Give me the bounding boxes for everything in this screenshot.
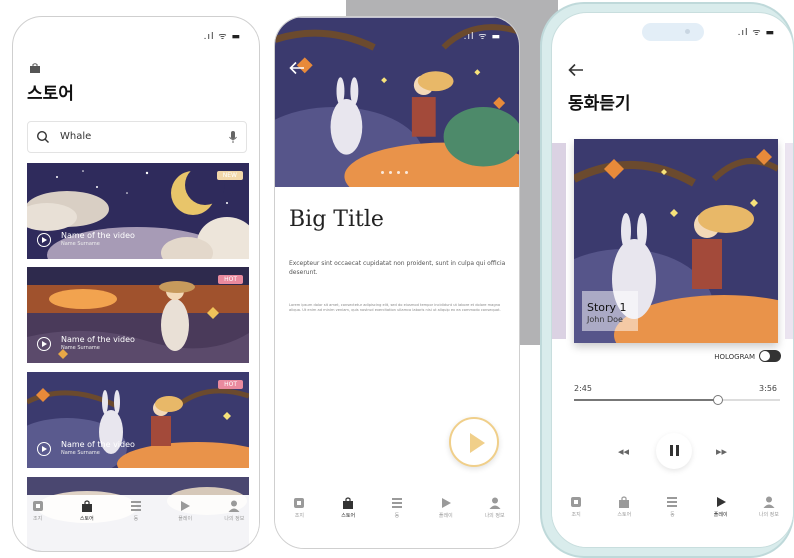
article-lead: Excepteur sint occaecat cupidatat non pr…	[289, 260, 506, 276]
back-arrow-icon[interactable]	[568, 63, 584, 77]
hologram-toggle[interactable]	[759, 350, 781, 362]
badge: HOT	[218, 275, 243, 284]
play-icon[interactable]	[37, 337, 51, 351]
store-icon	[619, 496, 630, 508]
store-icon	[81, 500, 92, 512]
battery-icon: ▬	[765, 28, 775, 38]
dynamic-island	[642, 23, 704, 41]
prev-cover[interactable]	[552, 143, 566, 339]
hero-illustration	[275, 17, 519, 187]
play-icon	[716, 497, 726, 507]
play-icon	[441, 498, 451, 508]
status-bar: .ıl ᯤ ▬	[204, 29, 241, 42]
battery-icon: ▬	[491, 32, 501, 42]
progress-fill	[574, 399, 719, 401]
profile-icon	[763, 496, 775, 508]
tab-play[interactable]: 플레이	[166, 499, 204, 522]
search-value[interactable]: Whale	[60, 131, 91, 142]
story-author: John Doe	[587, 315, 623, 324]
battery-icon: ▬	[231, 32, 241, 42]
wifi-icon: ᯤ	[218, 32, 228, 42]
page-title: 동화듣기	[568, 94, 631, 114]
profile-icon	[489, 497, 501, 509]
profile-icon	[228, 500, 240, 512]
home-icon	[32, 501, 43, 511]
play-icon[interactable]	[37, 442, 51, 456]
tab-play[interactable]: 플레이	[427, 496, 465, 519]
play-icon[interactable]	[37, 233, 51, 247]
hologram-label: HOLOGRAM	[714, 353, 755, 361]
video-author: Name Surname	[61, 241, 100, 247]
status-bar: .ıl ᯤ ▬	[738, 25, 775, 38]
video-card[interactable]: HOT Name of the video Name Surname	[27, 267, 249, 363]
next-cover[interactable]	[785, 143, 793, 339]
tab-store[interactable]: 스토어	[605, 495, 643, 518]
article-title: Big Title	[289, 207, 384, 232]
list-icon	[667, 497, 678, 507]
search-input[interactable]: Whale	[27, 121, 247, 153]
player-screen: .ıl ᯤ ▬ 동화듣기 Story 1 John Doe HOLOGRAM 2…	[551, 12, 794, 548]
wifi-icon: ᯤ	[478, 32, 488, 42]
microphone-icon[interactable]	[228, 130, 238, 144]
play-icon	[181, 501, 191, 511]
tab-list[interactable]: 동	[378, 496, 416, 519]
home-icon	[571, 497, 582, 507]
list-icon	[130, 501, 141, 511]
tab-list[interactable]: 동	[117, 499, 155, 522]
tab-store[interactable]: 스토어	[329, 496, 367, 519]
home-icon	[294, 498, 305, 508]
video-title: Name of the video	[61, 335, 135, 344]
tab-play[interactable]: 플레이	[702, 495, 740, 518]
wifi-icon: ᯤ	[752, 28, 762, 38]
tab-store[interactable]: 스토어	[68, 499, 106, 522]
fast-forward-icon[interactable]: ▸▸	[716, 445, 727, 458]
search-icon	[36, 130, 49, 143]
signal-icon: .ıl	[203, 32, 215, 42]
tab-home[interactable]: 조지	[19, 499, 57, 522]
video-card[interactable]: HOT Name of the video Name Surname	[27, 372, 249, 468]
video-author: Name Surname	[61, 345, 100, 351]
tab-profile[interactable]: 나의 정보	[476, 496, 514, 519]
total-time: 3:56	[759, 384, 777, 393]
store-screen: .ıl ᯤ ▬ 스토어 Whale NEW Name of the video …	[12, 16, 260, 552]
video-title: Name of the video	[61, 440, 135, 449]
tab-profile[interactable]: 나의 정보	[750, 495, 788, 518]
carousel-dots[interactable]	[381, 171, 408, 174]
signal-icon: .ıl	[463, 32, 475, 42]
store-bag-icon	[30, 63, 40, 73]
tab-home[interactable]: 조지	[280, 496, 318, 519]
play-button[interactable]	[449, 417, 499, 467]
badge: HOT	[218, 380, 243, 389]
progress-knob[interactable]	[713, 395, 724, 405]
tab-list[interactable]: 동	[653, 495, 691, 518]
tab-bar: 조지 스토어 동 플레이 나의 정보	[552, 491, 793, 547]
rewind-icon[interactable]: ◂◂	[618, 445, 629, 458]
tab-home[interactable]: 조지	[557, 495, 595, 518]
video-title: Name of the video	[61, 231, 135, 240]
story-title: Story 1	[587, 301, 627, 314]
article-body: Lorem ipsum dolor sit amet, consectetur …	[289, 303, 501, 312]
badge: NEW	[216, 171, 243, 180]
progress-bar[interactable]	[574, 395, 780, 405]
store-icon	[343, 497, 354, 509]
back-arrow-icon[interactable]	[289, 61, 305, 75]
current-time: 2:45	[574, 384, 592, 393]
pause-button[interactable]	[656, 433, 692, 469]
signal-icon: .ıl	[737, 28, 749, 38]
story-cover[interactable]: Story 1 John Doe	[574, 139, 778, 343]
tab-profile[interactable]: 나의 정보	[215, 499, 253, 522]
page-title: 스토어	[27, 84, 74, 104]
video-card[interactable]: NEW Name of the video Name Surname	[27, 163, 249, 259]
tab-bar: 조지 스토어 동 플레이 나의 정보	[13, 495, 259, 551]
tab-bar: 조지 스토어 동 플레이 나의 정보	[275, 492, 519, 548]
list-icon	[391, 498, 402, 508]
status-bar: .ıl ᯤ ▬	[464, 29, 501, 42]
detail-screen: .ıl ᯤ ▬ Big Title Excepteur sint occaeca…	[274, 16, 520, 549]
video-author: Name Surname	[61, 450, 100, 456]
